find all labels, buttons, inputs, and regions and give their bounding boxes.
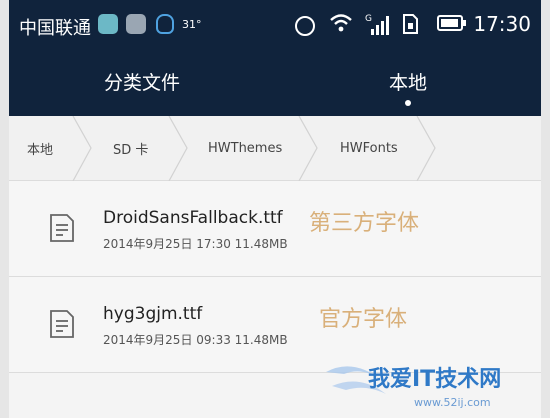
document-icon	[50, 310, 74, 338]
file-list: DroidSansFallback.ttf 2014年9月25日 17:30 1…	[9, 181, 541, 373]
file-meta: 2014年9月25日 17:30 11.48MB	[103, 237, 288, 251]
sim-card-icon	[401, 13, 423, 35]
huawei-app-icon	[98, 14, 118, 34]
watermark-title: 我爱IT技术网	[368, 367, 501, 392]
notification-icons: 31°	[98, 14, 202, 34]
wifi-icon	[329, 13, 353, 35]
battery-icon	[437, 13, 467, 35]
tab-bar: 分类文件 本地	[9, 56, 541, 116]
breadcrumb-item-hwfonts[interactable]: HWFonts	[340, 116, 398, 181]
qq-icon	[154, 14, 174, 34]
breadcrumb-item-hwthemes[interactable]: HWThemes	[208, 116, 282, 181]
tab-label: 本地	[388, 72, 427, 94]
document-icon	[50, 214, 74, 242]
breadcrumb-item-sdcard[interactable]: SD 卡	[113, 116, 148, 181]
alarm-icon	[293, 13, 316, 36]
watermark-url: www.52ij.com	[414, 396, 491, 409]
clock: 17:30	[473, 12, 531, 36]
annotation-label: 官方字体	[319, 307, 408, 332]
signal-type-label: G	[365, 14, 372, 24]
breadcrumb: 本地 SD 卡 HWThemes HWFonts	[9, 116, 541, 181]
site-watermark: 我爱IT技术网 www.52ij.com	[326, 366, 501, 409]
active-tab-indicator	[405, 100, 411, 106]
phone-frame: 中国联通 31° G 17:30 分类文件 本地 本地 SD 卡 HWTheme…	[0, 0, 550, 418]
status-bar: 中国联通 31° G 17:30	[9, 0, 541, 46]
file-name: hyg3gjm.ttf	[103, 304, 203, 324]
annotation-label: 第三方字体	[309, 211, 420, 236]
tab-local[interactable]: 本地	[275, 56, 541, 116]
temperature: 31°	[182, 17, 202, 31]
carrier-name: 中国联通	[19, 18, 91, 39]
cell-signal-icon: G	[365, 13, 390, 35]
app-header: 中国联通 31° G 17:30 分类文件 本地	[9, 0, 541, 116]
breadcrumb-item-local[interactable]: 本地	[27, 116, 53, 181]
file-meta: 2014年9月25日 09:33 11.48MB	[103, 333, 288, 347]
file-name: DroidSansFallback.ttf	[103, 208, 283, 228]
list-item[interactable]: DroidSansFallback.ttf 2014年9月25日 17:30 1…	[9, 181, 541, 277]
sim-app-icon	[126, 14, 146, 34]
system-icons: G 17:30	[293, 12, 531, 36]
tab-label: 分类文件	[103, 72, 180, 94]
tab-categories[interactable]: 分类文件	[9, 56, 275, 116]
